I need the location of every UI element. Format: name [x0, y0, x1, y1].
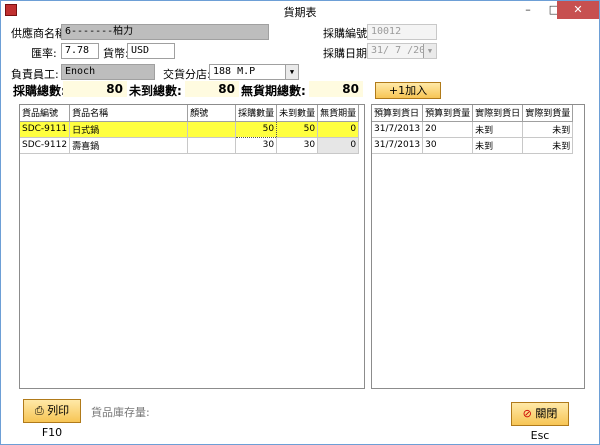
- no-date-total-label: 無貨期總數:: [241, 84, 306, 98]
- rate-label: 匯率:: [31, 47, 57, 60]
- staff-field[interactable]: Enoch: [61, 64, 155, 80]
- close-window-button[interactable]: ✕: [557, 1, 599, 19]
- items-table-cell[interactable]: 日式鍋: [69, 121, 189, 138]
- schedule-table-header-1[interactable]: 預算到貨量: [422, 105, 474, 122]
- staff-label: 負責員工:: [11, 68, 59, 81]
- schedule-table-cell[interactable]: 31/7/2013: [372, 121, 424, 138]
- branch-select[interactable]: 188 M.P ▼: [209, 64, 299, 80]
- schedule-table-cell[interactable]: 未到: [522, 137, 574, 154]
- items-table-cell[interactable]: 壽喜鍋: [69, 137, 189, 154]
- undelivered-total-value: 80: [185, 81, 239, 97]
- supplier-field[interactable]: 6-------柏力: [61, 24, 269, 40]
- rate-field[interactable]: 7.78: [61, 43, 99, 59]
- items-table-row[interactable]: SDC-9111 日式鍋 50 50 0: [20, 120, 360, 138]
- print-button[interactable]: ⎙ 列印 F10: [23, 399, 81, 439]
- schedule-table-cell[interactable]: 未到: [472, 137, 524, 154]
- minimize-button[interactable]: –: [515, 1, 541, 19]
- print-button-label: 列印 F10: [41, 404, 70, 439]
- printer-icon: ⎙: [34, 404, 44, 417]
- po-number-label: 採購編號:: [323, 27, 371, 40]
- schedule-table-header-2[interactable]: 實際到貨日: [472, 105, 524, 122]
- schedule-table-row[interactable]: 31/7/2013 30 未到 未到: [372, 137, 574, 154]
- branch-value: 188 M.P: [213, 66, 256, 77]
- items-table-cell[interactable]: 50: [235, 120, 278, 138]
- schedule-table-cell[interactable]: 未到: [472, 121, 524, 138]
- items-table-header-3[interactable]: 採購數量: [235, 105, 278, 122]
- items-table-cell[interactable]: 0: [317, 137, 360, 154]
- close-button[interactable]: ⊘ 關閉 Esc: [511, 402, 569, 442]
- currency-field[interactable]: USD: [127, 43, 175, 59]
- items-table-cell[interactable]: SDC-9111: [20, 121, 71, 138]
- branch-label: 交貨分店:: [163, 68, 211, 81]
- schedule-table: 預算到貨日 預算到貨量 實際到貨日 實際到貨量 31/7/2013 20 未到 未到 31/7…: [372, 105, 574, 154]
- chevron-down-icon[interactable]: ▼: [423, 44, 436, 58]
- items-table-header-2[interactable]: 顏號: [187, 105, 237, 122]
- schedule-table-cell[interactable]: 30: [422, 137, 474, 154]
- items-table-header-4[interactable]: 未到數量: [276, 105, 319, 122]
- title-bar: 貨期表 – □ ✕: [1, 1, 599, 19]
- items-table-row[interactable]: SDC-9112 壽喜鍋 30 30 0: [20, 137, 360, 154]
- items-table-cell[interactable]: [187, 121, 237, 138]
- items-table-cell[interactable]: 50: [276, 121, 319, 138]
- items-table-header-1[interactable]: 貨品名稱: [69, 105, 189, 122]
- window-title: 貨期表: [283, 6, 317, 19]
- items-table-cell[interactable]: [187, 137, 237, 154]
- schedule-table-panel: 預算到貨日 預算到貨量 實際到貨日 實際到貨量 31/7/2013 20 未到 未到 31/7…: [371, 104, 585, 389]
- stock-label: 貨品庫存量:: [91, 406, 150, 419]
- close-button-label: 關閉 Esc: [530, 407, 558, 442]
- items-table-header-0[interactable]: 貨品編號: [20, 105, 71, 122]
- po-date-field[interactable]: 31/ 7 /2013 ▼: [367, 43, 437, 59]
- schedule-table-cell[interactable]: 31/7/2013: [372, 137, 424, 154]
- close-icon: ⊘: [522, 407, 532, 420]
- schedule-table-header-3[interactable]: 實際到貨量: [522, 105, 574, 122]
- items-table-header-5[interactable]: 無貨期量: [317, 105, 360, 122]
- schedule-table-row[interactable]: 31/7/2013 20 未到 未到: [372, 121, 574, 138]
- purchase-total-label: 採購總數:: [13, 84, 66, 98]
- currency-label: 貨幣:: [103, 47, 129, 60]
- items-table-cell[interactable]: 30: [235, 137, 278, 154]
- items-table-cell[interactable]: 30: [276, 137, 319, 154]
- window: 貨期表 – □ ✕ 供應商名稱: 6-------柏力 採購編號: 10012 …: [0, 0, 600, 445]
- items-table-panel: 貨品編號 貨品名稱 顏號 採購數量 未到數量 無貨期量 SDC-9111 日式鍋 50 50 0 S…: [19, 104, 365, 389]
- po-number-field[interactable]: 10012: [367, 24, 437, 40]
- purchase-total-value: 80: [63, 81, 127, 97]
- add-button[interactable]: +1加入: [375, 82, 441, 99]
- schedule-table-header-0[interactable]: 預算到貨日: [372, 105, 424, 122]
- chevron-down-icon[interactable]: ▼: [285, 65, 298, 79]
- schedule-table-cell[interactable]: 未到: [522, 121, 574, 138]
- items-table-cell[interactable]: 0: [317, 121, 360, 138]
- items-table: 貨品編號 貨品名稱 顏號 採購數量 未到數量 無貨期量 SDC-9111 日式鍋 50 50 0 S…: [20, 105, 360, 154]
- items-table-cell[interactable]: SDC-9112: [20, 137, 71, 154]
- undelivered-total-label: 未到總數:: [129, 84, 182, 98]
- no-date-total-value: 80: [309, 81, 363, 97]
- schedule-table-cell[interactable]: 20: [422, 121, 474, 138]
- po-date-label: 採購日期:: [323, 47, 371, 60]
